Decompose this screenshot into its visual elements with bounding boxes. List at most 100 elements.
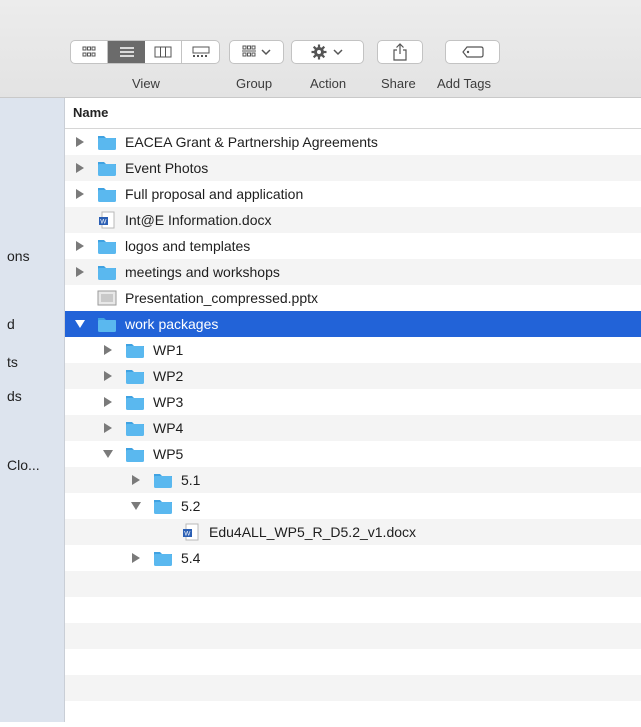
- folder-icon: [154, 552, 172, 566]
- list-item[interactable]: 5.1: [65, 467, 641, 493]
- add-tags-label: Add Tags: [437, 76, 491, 91]
- sidebar-item-label[interactable]: ts: [7, 354, 18, 370]
- sidebar-item-label[interactable]: ons: [7, 248, 30, 264]
- tag-icon: [461, 46, 484, 58]
- disclosure-collapsed-icon[interactable]: [103, 370, 113, 382]
- view-mode-control[interactable]: [70, 40, 220, 64]
- columns-icon: [154, 46, 172, 58]
- name-column-header[interactable]: Name: [65, 98, 641, 129]
- disclosure-collapsed-icon[interactable]: [103, 344, 113, 356]
- list-item[interactable]: WP4: [65, 415, 641, 441]
- folder-icon: [126, 370, 144, 384]
- disclosure-expanded-icon[interactable]: [103, 448, 113, 460]
- empty-row: [65, 623, 641, 649]
- svg-text:W: W: [184, 531, 191, 538]
- sidebar: ons d ts ds Clo...: [0, 98, 65, 722]
- list-view-button[interactable]: [108, 41, 145, 63]
- empty-row: [65, 571, 641, 597]
- list-item[interactable]: 5.2: [65, 493, 641, 519]
- list-item[interactable]: W Edu4ALL_WP5_R_D5.2_v1.docx: [65, 519, 641, 545]
- icon-view-button[interactable]: [71, 41, 109, 63]
- share-icon: [393, 43, 407, 61]
- list-item[interactable]: work packages: [65, 311, 641, 337]
- list-item[interactable]: 5.4: [65, 545, 641, 571]
- empty-row: [65, 701, 641, 727]
- item-name: WP5: [153, 446, 184, 462]
- disclosure-collapsed-icon[interactable]: [131, 474, 141, 486]
- folder-icon: [126, 422, 144, 436]
- list-item[interactable]: EACEA Grant & Partnership Agreements: [65, 129, 641, 155]
- action-label: Action: [310, 76, 347, 91]
- gallery-view-button[interactable]: [182, 41, 219, 63]
- empty-row: [65, 597, 641, 623]
- sidebar-item-label[interactable]: ds: [7, 388, 22, 404]
- disclosure-collapsed-icon[interactable]: [75, 162, 85, 174]
- item-name: Presentation_compressed.pptx: [125, 290, 318, 306]
- item-name: 5.2: [181, 498, 201, 514]
- list-item[interactable]: Presentation_compressed.pptx: [65, 285, 641, 311]
- word-document-icon: W: [99, 211, 115, 229]
- add-tags-button[interactable]: [445, 40, 500, 64]
- folder-icon: [98, 136, 116, 150]
- view-label: View: [132, 76, 160, 91]
- empty-row: [65, 675, 641, 701]
- disclosure-collapsed-icon[interactable]: [103, 422, 113, 434]
- item-name: Int@E Information.docx: [125, 212, 272, 228]
- folder-icon: [126, 344, 144, 358]
- sidebar-item-label[interactable]: d: [7, 316, 15, 332]
- list-item[interactable]: WP3: [65, 389, 641, 415]
- item-name: logos and templates: [125, 238, 251, 254]
- group-icon: [241, 45, 271, 57]
- folder-icon: [98, 266, 116, 280]
- icon-grid-icon: [82, 46, 96, 57]
- disclosure-collapsed-icon[interactable]: [75, 136, 85, 148]
- folder-icon: [98, 240, 116, 254]
- group-button[interactable]: [229, 40, 284, 64]
- disclosure-collapsed-icon[interactable]: [75, 240, 85, 252]
- disclosure-collapsed-icon[interactable]: [103, 396, 113, 408]
- svg-text:W: W: [100, 219, 107, 226]
- share-button[interactable]: [377, 40, 423, 64]
- item-name: WP1: [153, 342, 184, 358]
- list-item[interactable]: WP5: [65, 441, 641, 467]
- item-name: Event Photos: [125, 160, 209, 176]
- list-item[interactable]: WP2: [65, 363, 641, 389]
- folder-icon: [154, 500, 172, 514]
- disclosure-collapsed-icon[interactable]: [75, 188, 85, 200]
- item-name: 5.1: [181, 472, 201, 488]
- group-label: Group: [236, 76, 273, 91]
- folder-icon: [98, 318, 116, 332]
- list-item[interactable]: WP1: [65, 337, 641, 363]
- folder-icon: [126, 396, 144, 410]
- chevron-down-icon: [260, 49, 271, 56]
- item-name: work packages: [125, 316, 219, 332]
- folder-icon: [154, 474, 172, 488]
- word-document-icon: W: [183, 523, 199, 541]
- item-name: meetings and workshops: [125, 264, 280, 280]
- list-item[interactable]: Event Photos: [65, 155, 641, 181]
- list-item[interactable]: logos and templates: [65, 233, 641, 259]
- gear-icon: [311, 44, 343, 60]
- list-item[interactable]: Full proposal and application: [65, 181, 641, 207]
- item-name: Edu4ALL_WP5_R_D5.2_v1.docx: [209, 524, 417, 540]
- empty-row: [65, 649, 641, 675]
- list-item[interactable]: W Int@E Information.docx: [65, 207, 641, 233]
- folder-icon: [126, 448, 144, 462]
- sidebar-item-label[interactable]: Clo...: [7, 457, 40, 473]
- list-item[interactable]: meetings and workshops: [65, 259, 641, 285]
- item-name: WP2: [153, 368, 184, 384]
- action-button[interactable]: [291, 40, 364, 64]
- file-list: Name EACEA Grant & Partnership Agreement…: [65, 98, 641, 722]
- name-column-label: Name: [73, 105, 109, 120]
- item-name: 5.4: [181, 550, 201, 566]
- item-name: WP3: [153, 394, 184, 410]
- disclosure-collapsed-icon[interactable]: [131, 552, 141, 564]
- finder-toolbar: View Group Action Share Add Tags: [0, 0, 641, 98]
- column-view-button[interactable]: [145, 41, 183, 63]
- gallery-icon: [192, 46, 209, 57]
- disclosure-expanded-icon[interactable]: [131, 500, 141, 512]
- presentation-file-icon: [97, 290, 117, 306]
- disclosure-collapsed-icon[interactable]: [75, 266, 85, 278]
- item-name: WP4: [153, 420, 184, 436]
- disclosure-expanded-icon[interactable]: [75, 318, 85, 330]
